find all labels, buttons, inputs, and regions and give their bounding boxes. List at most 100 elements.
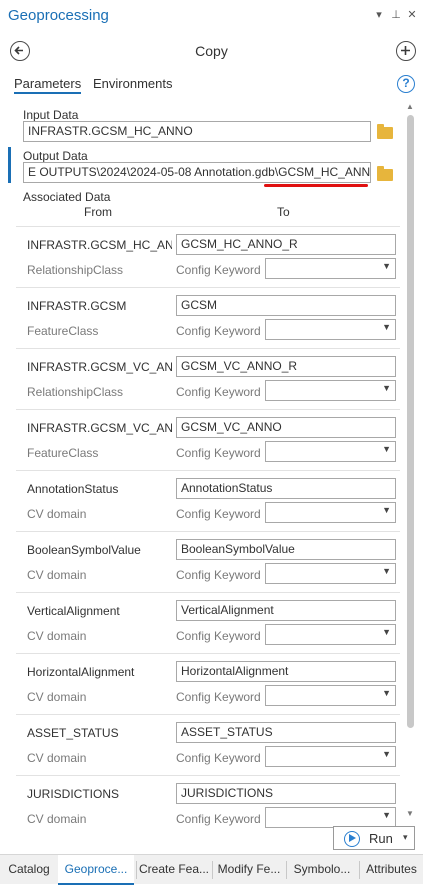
config-keyword-label: Config Keyword [176,812,261,826]
row-separator [16,592,400,593]
input-data-label: Input Data [23,108,79,122]
close-icon[interactable]: ✕ [406,8,418,22]
input-data-field[interactable]: INFRASTR.GCSM_HC_ANNO [23,121,371,142]
scroll-up-icon[interactable]: ▲ [406,102,414,111]
config-keyword-label: Config Keyword [176,629,261,643]
row-separator [16,714,400,715]
row-separator [16,470,400,471]
target-name-field[interactable]: GCSM_VC_ANNO_R [176,356,396,377]
tab-parameters[interactable]: Parameters [14,76,82,94]
config-keyword-label: Config Keyword [176,385,261,399]
config-keyword-dropdown[interactable]: ▼ [265,624,396,645]
source-dataset-name: INFRASTR.GCSM_VC_ANNO [27,421,172,435]
source-dataset-name: INFRASTR.GCSM_VC_ANNO [27,360,172,374]
chevron-down-icon: ▼ [382,566,391,576]
to-column-header: To [277,205,290,219]
bottom-tab-bar: Catalog Geoproce... Create Fea... Modify… [0,854,423,885]
chevron-down-icon: ▼ [382,810,391,820]
pin-icon[interactable]: ⊥ [390,8,402,22]
associated-data-label: Associated Data [23,190,111,204]
scroll-down-icon[interactable]: ▼ [406,809,414,818]
source-dataset-type: CV domain [27,751,87,765]
config-keyword-label: Config Keyword [176,446,261,460]
chevron-down-icon: ▼ [382,261,391,271]
tab-geoprocessing[interactable]: Geoproce... [58,855,134,885]
target-name-field[interactable]: AnnotationStatus [176,478,396,499]
folder-icon[interactable] [377,166,393,181]
target-name-field[interactable]: VerticalAlignment [176,600,396,621]
source-dataset-type: CV domain [27,507,87,521]
tab-create-features[interactable]: Create Fea... [137,855,211,885]
target-name-field[interactable]: GCSM [176,295,396,316]
source-dataset-name: JURISDICTIONS [27,787,120,801]
config-keyword-dropdown[interactable]: ▼ [265,807,396,828]
config-keyword-dropdown[interactable]: ▼ [265,502,396,523]
source-dataset-type: CV domain [27,690,87,704]
config-keyword-dropdown[interactable]: ▼ [265,441,396,462]
source-dataset-type: CV domain [27,568,87,582]
config-keyword-dropdown[interactable]: ▼ [265,746,396,767]
highlight-underline [264,184,368,187]
chevron-down-icon: ▼ [382,505,391,515]
tool-toolbar: Copy [0,36,423,66]
tab-modify-features[interactable]: Modify Fe... [213,855,285,885]
chevron-down-icon: ▼ [382,749,391,759]
chevron-down-icon: ▼ [382,444,391,454]
tab-environments[interactable]: Environments [93,76,172,91]
row-separator [16,226,400,227]
chevron-down-icon: ▼ [382,322,391,332]
source-dataset-name: BooleanSymbolValue [27,543,141,557]
tab-symbology[interactable]: Symbolo... [287,855,357,885]
source-dataset-type: CV domain [27,812,87,826]
source-dataset-name: INFRASTR.GCSM [27,299,127,313]
source-dataset-type: RelationshipClass [27,385,124,399]
config-keyword-dropdown[interactable]: ▼ [265,563,396,584]
config-keyword-dropdown[interactable]: ▼ [265,380,396,401]
pane-header: Geoprocessing ▾ ⊥ ✕ [0,0,423,32]
row-separator [16,531,400,532]
scroll-thumb[interactable] [407,115,414,728]
target-name-field[interactable]: BooleanSymbolValue [176,539,396,560]
target-name-field[interactable]: HorizontalAlignment [176,661,396,682]
chevron-down-icon: ▼ [382,383,391,393]
source-dataset-name: AnnotationStatus [27,482,119,496]
source-dataset-type: FeatureClass [27,446,99,460]
row-separator [16,287,400,288]
target-name-field[interactable]: JURISDICTIONS [176,783,396,804]
run-button[interactable]: Run ▾ [333,826,415,850]
source-dataset-name: HorizontalAlignment [27,665,135,679]
output-data-field[interactable]: E OUTPUTS\2024\2024-05-08 Annotation.gdb… [23,162,371,183]
plus-icon[interactable] [396,41,416,61]
target-name-field[interactable]: GCSM_HC_ANNO_R [176,234,396,255]
row-separator [16,653,400,654]
run-label: Run [369,831,393,846]
config-keyword-label: Config Keyword [176,263,261,277]
run-dropdown-icon[interactable]: ▾ [403,832,408,843]
config-keyword-label: Config Keyword [176,324,261,338]
chevron-down-icon: ▼ [382,688,391,698]
tool-title: Copy [195,43,228,59]
config-keyword-dropdown[interactable]: ▼ [265,258,396,279]
config-keyword-label: Config Keyword [176,507,261,521]
target-name-field[interactable]: ASSET_STATUS [176,722,396,743]
output-data-label: Output Data [23,149,88,163]
help-icon[interactable]: ? [397,75,415,93]
target-name-field[interactable]: GCSM_VC_ANNO [176,417,396,438]
config-keyword-label: Config Keyword [176,568,261,582]
tab-attributes[interactable]: Attributes [360,855,423,885]
config-keyword-label: Config Keyword [176,690,261,704]
from-column-header: From [84,205,112,219]
source-dataset-name: INFRASTR.GCSM_HC_ANNO [27,238,172,252]
source-dataset-name: VerticalAlignment [27,604,120,618]
config-keyword-dropdown[interactable]: ▼ [265,319,396,340]
row-separator [16,775,400,776]
back-arrow-icon[interactable] [10,41,30,61]
active-parameter-indicator [8,147,11,183]
config-keyword-dropdown[interactable]: ▼ [265,685,396,706]
folder-icon[interactable] [377,124,393,139]
pane-menu-icon[interactable]: ▾ [373,8,385,22]
run-icon [344,831,360,847]
vertical-scrollbar[interactable]: ▲ ▼ [404,102,417,824]
source-dataset-type: RelationshipClass [27,263,124,277]
tab-catalog[interactable]: Catalog [0,855,58,885]
